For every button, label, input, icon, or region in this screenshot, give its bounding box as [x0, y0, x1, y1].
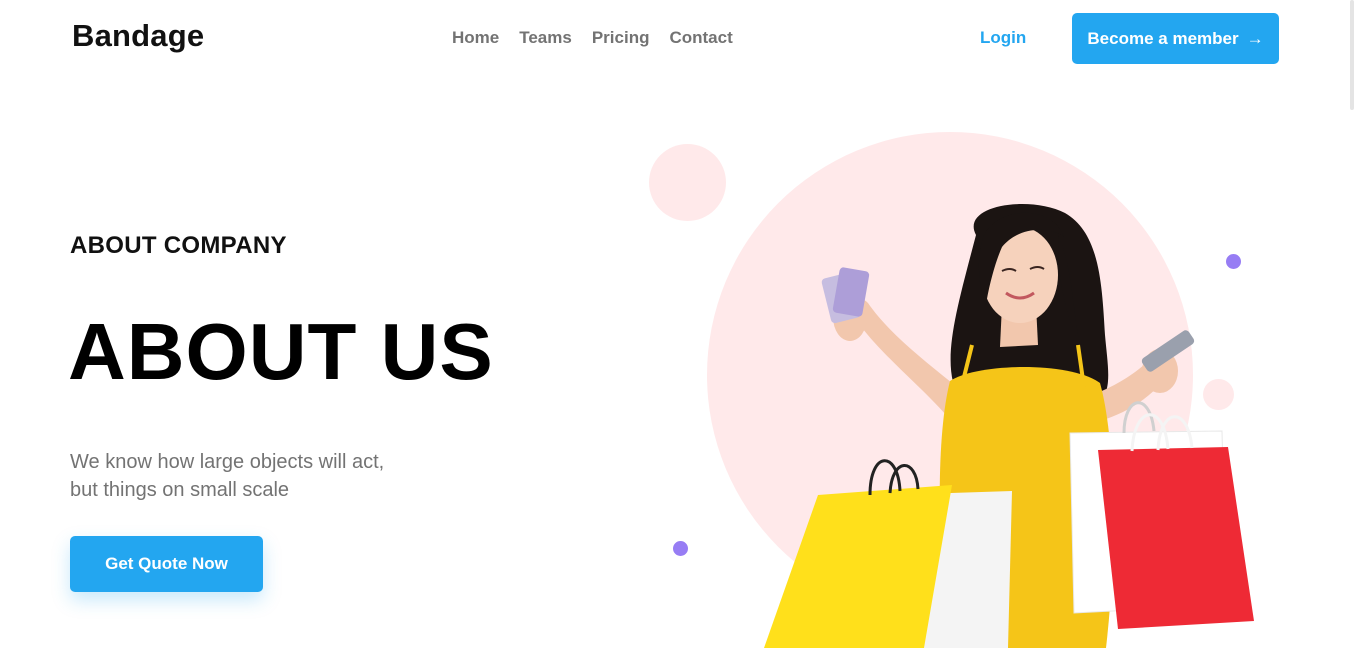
site-header: Bandage Home Teams Pricing Contact Login… [0, 0, 1354, 78]
brand-logo[interactable]: Bandage [72, 18, 204, 54]
login-link[interactable]: Login [980, 28, 1026, 48]
nav-pricing[interactable]: Pricing [592, 28, 650, 48]
become-member-button[interactable]: Become a member → [1072, 13, 1279, 64]
arrow-right-icon: → [1246, 29, 1264, 48]
get-quote-button[interactable]: Get Quote Now [70, 536, 263, 592]
hero-description-line-2: but things on small scale [70, 479, 290, 501]
become-member-label: Become a member [1087, 28, 1239, 48]
nav-contact[interactable]: Contact [669, 28, 732, 48]
main-nav: Home Teams Pricing Contact [452, 28, 733, 48]
decorative-pink-circle-small [649, 144, 726, 221]
shopping-woman-image [764, 204, 1254, 648]
hero-eyebrow: ABOUT COMPANY [70, 232, 287, 259]
nav-home[interactable]: Home [452, 28, 499, 48]
hero-description-line-1: We know how large objects will act, [70, 451, 385, 473]
page-scrollbar[interactable] [1350, 0, 1354, 110]
decorative-purple-dot [673, 541, 688, 556]
nav-teams[interactable]: Teams [519, 28, 572, 48]
hero-title: ABOUT US [68, 307, 494, 396]
hero-description: We know how large objects will act, but … [70, 448, 490, 504]
